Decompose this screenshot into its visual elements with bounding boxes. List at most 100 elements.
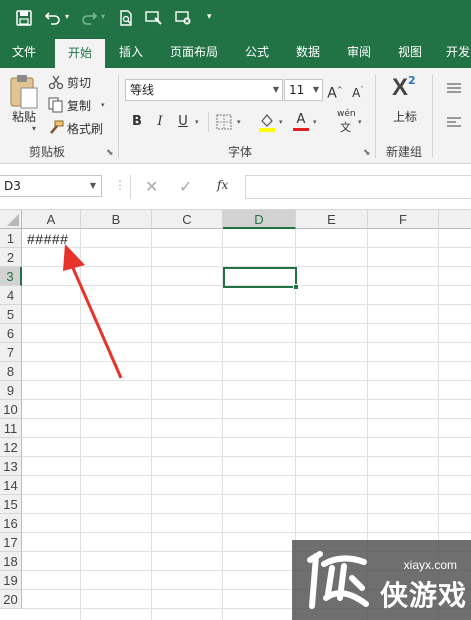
phonetic-guide-button[interactable]: 文 [340, 119, 351, 135]
align-left-icon[interactable] [446, 116, 462, 128]
italic-button[interactable]: I [153, 113, 167, 131]
underline-dropdown-icon[interactable]: ▾ [195, 118, 199, 126]
phonetic-pinyin: wén [337, 109, 356, 119]
name-box-value: D3 [4, 179, 21, 193]
quick-access-toolbar: ▾ ▾ ▾ [0, 0, 471, 38]
column-header[interactable]: B [81, 210, 152, 229]
row-header[interactable]: 2 [0, 248, 22, 267]
copy-icon[interactable] [48, 97, 64, 113]
save-icon[interactable] [14, 10, 34, 30]
grid-line [22, 399, 471, 400]
ribbon-home: 粘贴 ▾ 剪切 复制 ▾ 格式刷 剪贴板 ⬊ 等线 ▼ 11 ▼ A^ Aˇ B… [0, 68, 471, 164]
tab-data[interactable]: 数据 [286, 38, 330, 68]
name-box-dropdown-icon[interactable]: ▼ [90, 176, 96, 196]
superscript-button[interactable]: 上标 [393, 108, 417, 125]
row-header[interactable]: 1 [0, 229, 22, 248]
active-cell-d3[interactable] [223, 267, 297, 288]
superscript-icon[interactable]: X2 [392, 74, 422, 104]
form-icon[interactable] [174, 10, 194, 30]
formula-input[interactable] [245, 175, 471, 199]
tab-formulas[interactable]: 公式 [235, 38, 279, 68]
grid-line [22, 475, 471, 476]
customize-qat-icon[interactable]: ▾ [207, 12, 212, 22]
row-header[interactable]: 12 [0, 438, 22, 457]
row-header[interactable]: 19 [0, 571, 22, 590]
tab-file[interactable]: 文件 [0, 38, 48, 68]
watermark: xiayx.com 侠游戏 [292, 540, 471, 620]
annotation-arrow [63, 244, 123, 379]
paste-dropdown-icon[interactable]: ▾ [32, 124, 36, 133]
fill-handle[interactable] [293, 284, 299, 290]
touch-mode-icon[interactable] [144, 10, 164, 30]
row-header[interactable]: 6 [0, 324, 22, 343]
row-header[interactable]: 10 [0, 400, 22, 419]
column-header[interactable]: D [223, 210, 296, 229]
row-header[interactable]: 14 [0, 476, 22, 495]
font-color-dropdown-icon[interactable]: ▾ [313, 118, 317, 126]
undo-dropdown-icon[interactable]: ▾ [65, 12, 69, 21]
font-name-box[interactable]: 等线 ▼ [125, 79, 283, 101]
fill-color-icon[interactable] [258, 112, 276, 132]
font-color-button[interactable]: A [293, 112, 309, 131]
redo-icon [80, 10, 98, 30]
row-header[interactable]: 11 [0, 419, 22, 438]
row-header[interactable]: 4 [0, 286, 22, 305]
row-header[interactable]: 7 [0, 343, 22, 362]
font-launcher-icon[interactable]: ⬊ [363, 148, 371, 158]
cut-icon[interactable] [48, 74, 64, 90]
row-header[interactable]: 5 [0, 305, 22, 324]
row-header[interactable]: 18 [0, 552, 22, 571]
column-header-partial[interactable] [439, 210, 471, 229]
watermark-brand: 侠游戏 [380, 579, 468, 612]
cut-label[interactable]: 剪切 [67, 74, 91, 91]
row-header[interactable]: 17 [0, 533, 22, 552]
copy-dropdown-icon[interactable]: ▾ [101, 101, 105, 109]
grid-line [22, 532, 471, 533]
row-header[interactable]: 9 [0, 381, 22, 400]
format-painter-icon[interactable] [48, 120, 64, 136]
tab-developer[interactable]: 开发 [440, 38, 471, 68]
tab-insert[interactable]: 插入 [107, 38, 155, 68]
grid-line [22, 456, 471, 457]
increase-font-size-icon[interactable]: A^ [327, 81, 343, 103]
font-size-dropdown-icon[interactable]: ▼ [313, 80, 319, 100]
tab-home[interactable]: 开始 [55, 38, 105, 68]
tab-review[interactable]: 审阅 [337, 38, 381, 68]
phonetic-dropdown-icon[interactable]: ▾ [358, 118, 362, 126]
new-group-label: 新建组 [386, 145, 423, 159]
row-header[interactable]: 13 [0, 457, 22, 476]
row-header[interactable]: 16 [0, 514, 22, 533]
select-all-corner[interactable] [0, 210, 22, 229]
fill-color-dropdown-icon[interactable]: ▾ [279, 118, 283, 126]
copy-label[interactable]: 复制 [67, 97, 91, 114]
column-header[interactable]: E [296, 210, 368, 229]
cancel-icon: ✕ [145, 177, 159, 196]
tab-view[interactable]: 视图 [388, 38, 432, 68]
name-box[interactable]: D3 ▼ [0, 175, 102, 197]
align-top-icon[interactable] [446, 82, 462, 94]
clipboard-launcher-icon[interactable]: ⬊ [106, 148, 114, 158]
bold-button[interactable]: B [130, 113, 144, 131]
print-preview-icon[interactable] [117, 10, 135, 30]
row-header[interactable]: 20 [0, 590, 22, 609]
borders-icon[interactable] [216, 114, 232, 130]
row-header[interactable]: 15 [0, 495, 22, 514]
group-divider [432, 74, 433, 158]
row-header[interactable]: 3 [0, 267, 22, 286]
row-header[interactable]: 8 [0, 362, 22, 381]
paste-label[interactable]: 粘贴 [12, 108, 36, 125]
font-size-box[interactable]: 11 ▼ [284, 79, 323, 101]
tab-page-layout[interactable]: 页面布局 [161, 38, 227, 68]
formula-buttons: ✕ ✓ fx [130, 175, 243, 199]
borders-dropdown-icon[interactable]: ▾ [237, 118, 241, 126]
column-header[interactable]: C [152, 210, 223, 229]
insert-function-button[interactable]: fx [217, 178, 228, 192]
format-painter-label[interactable]: 格式刷 [67, 120, 103, 137]
font-name-dropdown-icon[interactable]: ▼ [273, 80, 279, 100]
decrease-font-size-icon[interactable]: Aˇ [350, 81, 366, 102]
underline-button[interactable]: U [176, 113, 190, 131]
undo-icon[interactable] [44, 10, 62, 30]
column-header[interactable]: A [22, 210, 81, 229]
paste-icon[interactable] [8, 74, 40, 112]
column-header[interactable]: F [368, 210, 439, 229]
